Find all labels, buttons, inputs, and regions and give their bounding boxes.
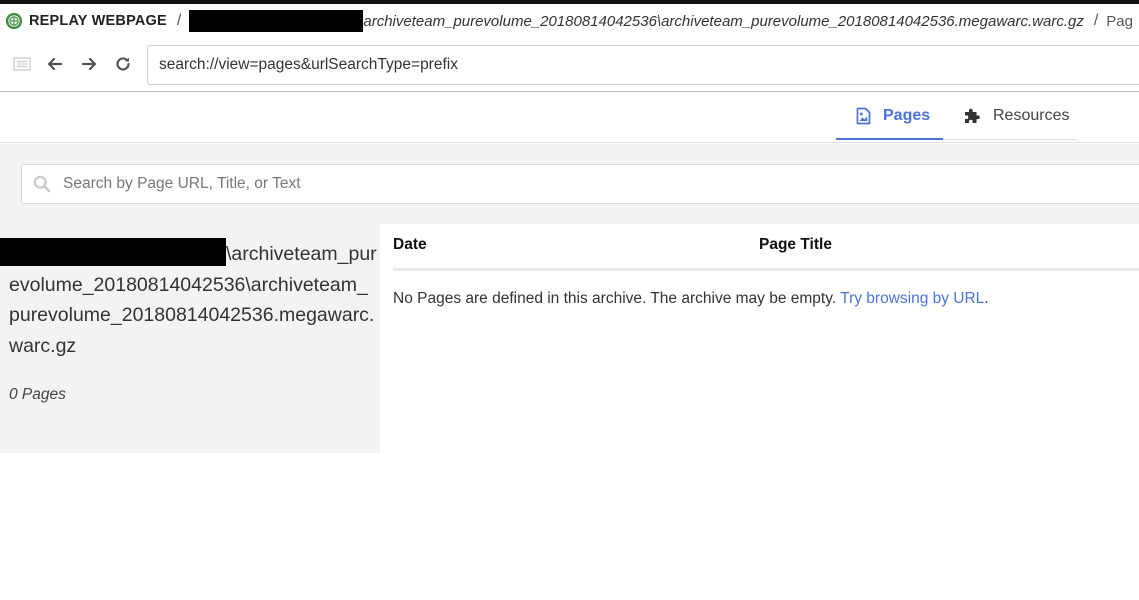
breadcrumb-archive-path[interactable]: archiveteam_purevolume_20180814042536\ar… bbox=[363, 13, 1083, 30]
refresh-icon bbox=[116, 57, 130, 71]
list-icon bbox=[13, 57, 31, 71]
tab-pages[interactable]: Pages bbox=[836, 93, 943, 140]
pages-table: Date Page Title No Pages are defined in … bbox=[381, 224, 1139, 453]
globe-logo-icon bbox=[5, 12, 23, 30]
search-input[interactable]: Search by Page URL, Title, or Text bbox=[63, 175, 301, 193]
search-section: Search by Page URL, Title, or Text bbox=[0, 144, 1139, 224]
arrow-left-icon bbox=[47, 57, 63, 71]
breadcrumb: REPLAY WEBPAGE / archiveteam_purevolume_… bbox=[0, 4, 1139, 38]
redacted-block bbox=[189, 10, 364, 32]
app-logo[interactable]: REPLAY WEBPAGE bbox=[5, 12, 167, 30]
search-icon bbox=[33, 175, 51, 193]
collection-title: \archiveteam_pur evolume_20180814042536\a… bbox=[0, 238, 377, 361]
column-header-page-title[interactable]: Page Title bbox=[759, 236, 832, 254]
column-header-date[interactable]: Date bbox=[393, 236, 427, 254]
sidebar-toggle-button[interactable] bbox=[9, 51, 35, 77]
collection-title-start: \archiveteam_pur bbox=[226, 243, 377, 265]
empty-state-text: No Pages are defined in this archive. Th… bbox=[393, 290, 837, 307]
back-button[interactable] bbox=[42, 51, 68, 77]
url-input[interactable]: search://view=pages&urlSearchType=prefix bbox=[147, 45, 1139, 85]
empty-state-suffix: . bbox=[984, 290, 989, 307]
collection-title-rest: evolume_20180814042536\archiveteam_purev… bbox=[9, 273, 375, 357]
app-name: REPLAY WEBPAGE bbox=[29, 13, 167, 29]
collection-info-panel: \archiveteam_pur evolume_20180814042536\a… bbox=[0, 224, 380, 453]
tab-resources-label: Resources bbox=[993, 107, 1070, 124]
redacted-block bbox=[0, 238, 226, 266]
tab-pages-label: Pages bbox=[883, 106, 931, 124]
breadcrumb-separator: / bbox=[1093, 12, 1099, 29]
page-search-box[interactable]: Search by Page URL, Title, or Text bbox=[21, 164, 1139, 204]
browse-by-url-link[interactable]: Try browsing by URL bbox=[840, 290, 984, 307]
view-tabs: Pages Resources bbox=[0, 93, 1139, 143]
empty-state-message: No Pages are defined in this archive. Th… bbox=[393, 290, 989, 308]
forward-button[interactable] bbox=[76, 51, 102, 77]
arrow-right-icon bbox=[81, 57, 97, 71]
breadcrumb-separator: / bbox=[176, 12, 182, 29]
table-header-divider bbox=[393, 268, 1139, 271]
refresh-button[interactable] bbox=[110, 51, 136, 77]
breadcrumb-pages[interactable]: Pag bbox=[1106, 13, 1133, 30]
tab-resources[interactable]: Resources bbox=[943, 93, 1077, 140]
page-icon bbox=[856, 107, 871, 124]
puzzle-icon bbox=[965, 108, 980, 123]
page-count: 0 Pages bbox=[9, 386, 66, 403]
nav-bar: search://view=pages&urlSearchType=prefix bbox=[0, 38, 1139, 92]
